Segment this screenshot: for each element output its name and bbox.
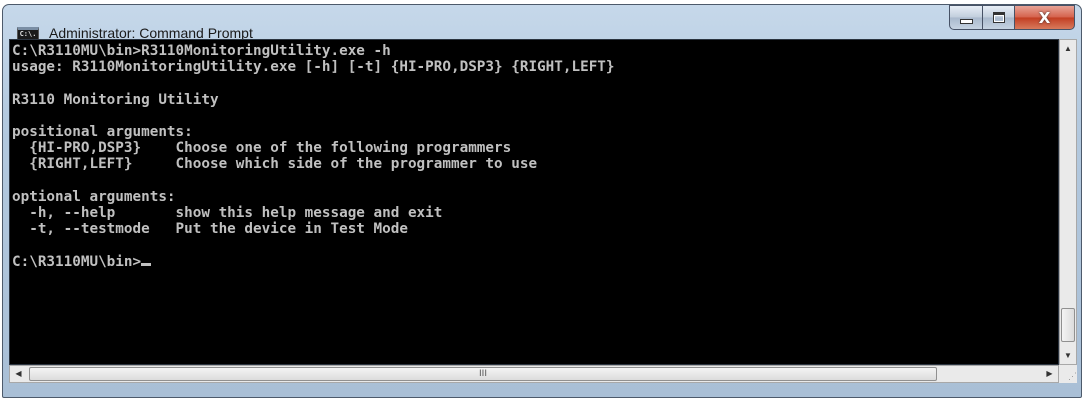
- close-icon: X: [1038, 8, 1051, 27]
- scroll-up-arrow-icon[interactable]: ▲: [1060, 40, 1076, 57]
- close-button[interactable]: X: [1015, 5, 1075, 30]
- vertical-scrollbar[interactable]: ▲ ▼: [1059, 39, 1077, 365]
- console-line: optional arguments:: [12, 188, 176, 205]
- text-cursor: [141, 262, 152, 266]
- command-prompt: C:\R3110MU\bin>: [12, 253, 142, 270]
- console-line: -h, --help show this help message and ex…: [12, 205, 443, 222]
- horizontal-scroll-thumb[interactable]: III: [29, 367, 937, 381]
- command-prompt-window[interactable]: C:\. Administrator: Command Prompt X C:\…: [2, 4, 1082, 398]
- minimize-button[interactable]: [949, 5, 983, 30]
- console-line: C:\R3110MU\bin>R3110MonitoringUtility.ex…: [12, 43, 391, 59]
- maximize-button[interactable]: [983, 5, 1015, 30]
- scroll-left-arrow-icon[interactable]: ◀: [10, 366, 27, 382]
- horizontal-scrollbar[interactable]: ◀ III ▶: [9, 365, 1059, 383]
- console-line: R3110 Monitoring Utility: [12, 91, 219, 108]
- title-bar[interactable]: C:\. Administrator: Command Prompt X: [3, 5, 1081, 41]
- console-line: -t, --testmode Put the device in Test Mo…: [12, 221, 408, 238]
- minimize-icon: [959, 19, 973, 24]
- console-line: {RIGHT,LEFT} Choose which side of the pr…: [12, 156, 538, 173]
- scroll-right-arrow-icon[interactable]: ▶: [1041, 366, 1058, 382]
- console-output[interactable]: C:\R3110MU\bin>R3110MonitoringUtility.ex…: [9, 39, 1059, 365]
- vertical-scroll-thumb[interactable]: [1061, 308, 1075, 342]
- console-line: usage: R3110MonitoringUtility.exe [-h] […: [12, 59, 615, 76]
- maximize-icon: [992, 12, 1005, 23]
- caption-buttons: X: [949, 5, 1075, 31]
- console-line: positional arguments:: [12, 124, 193, 141]
- scroll-down-arrow-icon[interactable]: ▼: [1060, 347, 1076, 364]
- resize-grip-icon[interactable]: ⋰: [1059, 365, 1077, 383]
- console-line: {HI-PRO,DSP3} Choose one of the followin…: [12, 140, 512, 157]
- console-text[interactable]: C:\R3110MU\bin>R3110MonitoringUtility.ex…: [10, 40, 1058, 270]
